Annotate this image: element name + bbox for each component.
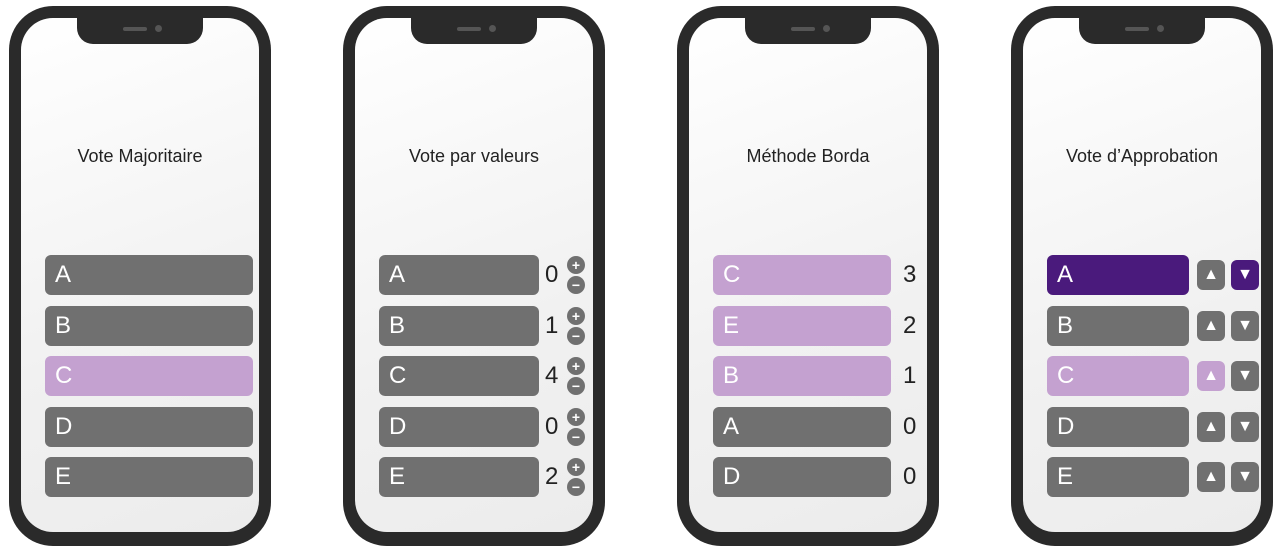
option-c-label: C	[379, 356, 539, 396]
phone-majority-vote: Vote Majoritaire A B C D E	[9, 6, 271, 546]
thumbs-down-icon[interactable]: ▼	[1231, 412, 1259, 442]
option-b-points: 1	[903, 362, 917, 389]
notch	[411, 18, 537, 44]
increment-button[interactable]: +	[567, 256, 585, 274]
phone-screen: Vote par valeurs A 0 + − B 1 + − C 4 + −…	[355, 18, 593, 532]
option-e-points: 2	[903, 312, 917, 339]
option-e-label: E	[1047, 457, 1189, 497]
decrement-button[interactable]: −	[567, 276, 585, 294]
increment-button[interactable]: +	[567, 408, 585, 426]
option-e-button[interactable]: E	[713, 306, 891, 346]
option-d-label: D	[1047, 407, 1189, 447]
phone-screen: Méthode Borda C 3 E 2 B 1 A 0 D 0	[689, 18, 927, 532]
option-d-button[interactable]: D	[45, 407, 253, 447]
phone-score-vote: Vote par valeurs A 0 + − B 1 + − C 4 + −…	[343, 6, 605, 546]
thumbs-up-icon[interactable]: ▲	[1197, 412, 1225, 442]
thumbs-down-icon[interactable]: ▼	[1231, 311, 1259, 341]
option-a-score: 0	[545, 261, 559, 288]
increment-button[interactable]: +	[567, 458, 585, 476]
thumbs-down-icon[interactable]: ▼	[1231, 260, 1259, 290]
option-b-score: 1	[545, 312, 559, 339]
option-d-button[interactable]: D	[713, 457, 891, 497]
thumbs-up-icon[interactable]: ▲	[1197, 462, 1225, 492]
option-b-button[interactable]: B	[45, 306, 253, 346]
option-c-button[interactable]: C	[45, 356, 253, 396]
increment-button[interactable]: +	[567, 307, 585, 325]
option-d-score: 0	[545, 413, 559, 440]
option-d-label: D	[379, 407, 539, 447]
option-a-label: A	[1047, 255, 1189, 295]
option-b-button[interactable]: B	[713, 356, 891, 396]
page-title: Vote Majoritaire	[77, 146, 203, 166]
option-c-button[interactable]: C	[713, 255, 891, 295]
option-e-button[interactable]: E	[45, 457, 253, 497]
option-a-button[interactable]: A	[713, 407, 891, 447]
option-c-score: 4	[545, 362, 559, 389]
increment-button[interactable]: +	[567, 357, 585, 375]
option-a-button[interactable]: A	[45, 255, 253, 295]
option-a-points: 0	[903, 413, 917, 440]
decrement-button[interactable]: −	[567, 478, 585, 496]
option-c-label: C	[1047, 356, 1189, 396]
option-c-points: 3	[903, 261, 917, 288]
thumbs-down-icon[interactable]: ▼	[1231, 462, 1259, 492]
decrement-button[interactable]: −	[567, 377, 585, 395]
thumbs-up-icon[interactable]: ▲	[1197, 361, 1225, 391]
option-a-label: A	[379, 255, 539, 295]
phone-borda-method: Méthode Borda C 3 E 2 B 1 A 0 D 0	[677, 6, 939, 546]
phone-screen: Vote Majoritaire A B C D E	[21, 18, 259, 532]
page-title: Vote par valeurs	[408, 146, 540, 166]
decrement-button[interactable]: −	[567, 428, 585, 446]
decrement-button[interactable]: −	[567, 327, 585, 345]
notch	[77, 18, 203, 44]
phone-screen: Vote d’Approbation A ▲ ▼ B ▲ ▼ C ▲ ▼ D ▲…	[1023, 18, 1261, 532]
option-b-label: B	[379, 306, 539, 346]
option-b-label: B	[1047, 306, 1189, 346]
option-e-score: 2	[545, 463, 559, 490]
thumbs-up-icon[interactable]: ▲	[1197, 311, 1225, 341]
option-d-points: 0	[903, 463, 917, 490]
notch	[1079, 18, 1205, 44]
phone-approval-vote: Vote d’Approbation A ▲ ▼ B ▲ ▼ C ▲ ▼ D ▲…	[1011, 6, 1273, 546]
page-title: Vote d’Approbation	[1065, 146, 1219, 166]
notch	[745, 18, 871, 44]
thumbs-up-icon[interactable]: ▲	[1197, 260, 1225, 290]
thumbs-down-icon[interactable]: ▼	[1231, 361, 1259, 391]
page-title: Méthode Borda	[746, 146, 870, 166]
option-e-label: E	[379, 457, 539, 497]
